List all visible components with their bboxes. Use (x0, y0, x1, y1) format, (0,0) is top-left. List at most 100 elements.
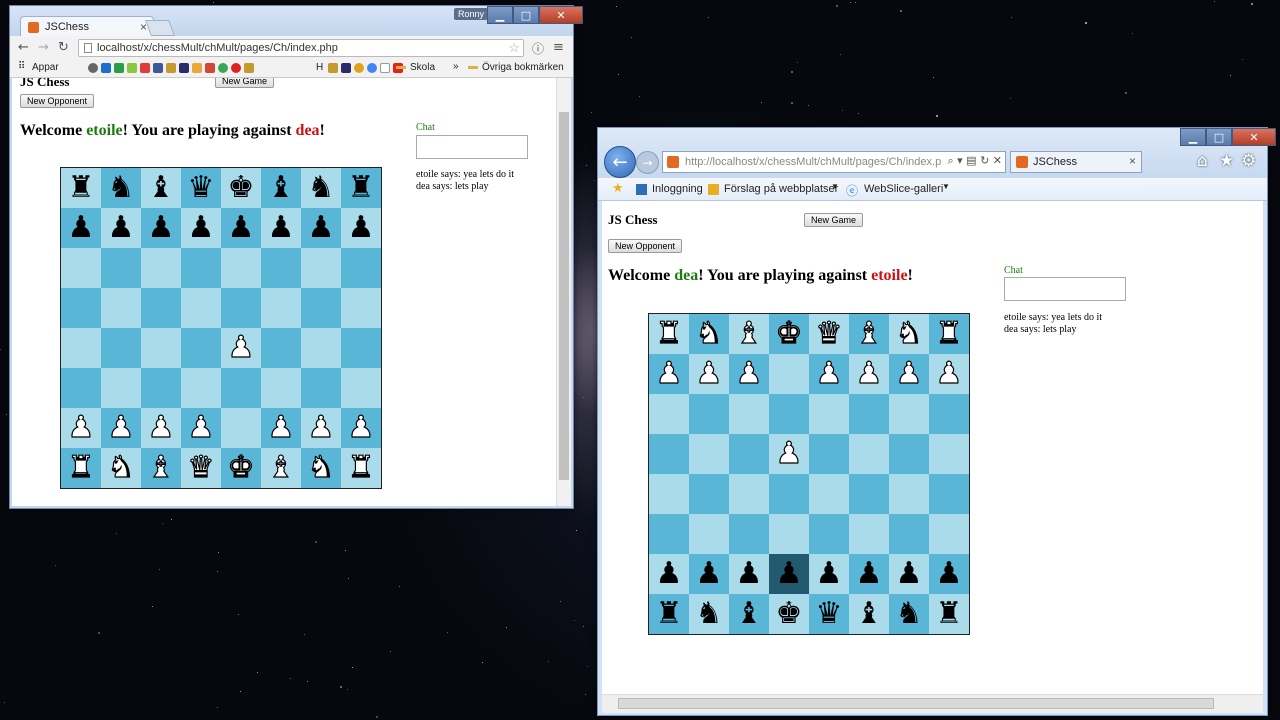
board-square[interactable] (141, 248, 181, 288)
black-bishop-icon[interactable]: ♝ (736, 599, 763, 629)
board-square[interactable]: ♟ (769, 434, 809, 474)
favorites-star-icon[interactable]: ★ (1219, 151, 1234, 171)
board-square[interactable]: ♜ (929, 594, 969, 634)
board-square[interactable] (809, 514, 849, 554)
board-square[interactable] (849, 394, 889, 434)
dropdown-icon[interactable]: ▼ (831, 182, 839, 191)
bookmark-icon[interactable] (231, 63, 241, 73)
board-square[interactable]: ♟ (849, 354, 889, 394)
board-square[interactable]: ♟ (261, 408, 301, 448)
board-square[interactable] (341, 288, 381, 328)
white-queen-icon[interactable]: ♛ (815, 318, 843, 349)
bookmark-icon[interactable] (192, 63, 202, 73)
profile-badge[interactable]: Ronny (454, 8, 489, 20)
black-rook-icon[interactable]: ♜ (68, 173, 95, 203)
bookmark-icon[interactable] (328, 63, 338, 73)
white-pawn-icon[interactable]: ♟ (655, 358, 683, 389)
close-window-icon[interactable]: ✕ (539, 6, 583, 24)
board-square[interactable]: ♟ (649, 354, 689, 394)
white-rook-icon[interactable]: ♜ (655, 318, 683, 349)
bookmark-icon[interactable] (354, 63, 364, 73)
maximize-icon[interactable]: □ (513, 6, 539, 24)
white-rook-icon[interactable]: ♜ (67, 452, 95, 483)
white-bishop-icon[interactable]: ♝ (735, 318, 763, 349)
board-square[interactable] (649, 434, 689, 474)
bookmark-icon[interactable] (88, 63, 98, 73)
address-bar[interactable]: http://localhost/x/chessMult/chMult/page… (662, 151, 1006, 173)
board-square[interactable] (141, 288, 181, 328)
forward-icon[interactable]: → (38, 40, 49, 55)
board-square[interactable]: ♞ (689, 594, 729, 634)
white-king-icon[interactable]: ♚ (775, 318, 803, 349)
black-knight-icon[interactable]: ♞ (696, 599, 723, 629)
black-pawn-icon[interactable]: ♟ (776, 559, 803, 589)
minimize-icon[interactable]: ▁ (487, 6, 513, 24)
board-square[interactable] (61, 288, 101, 328)
board-square[interactable] (689, 434, 729, 474)
board-square[interactable] (301, 248, 341, 288)
board-square[interactable] (849, 434, 889, 474)
address-bar[interactable]: localhost/x/chessMult/chMult/pages/Ch/in… (78, 39, 524, 57)
board-square[interactable]: ♟ (61, 208, 101, 248)
black-pawn-icon[interactable]: ♟ (308, 213, 335, 243)
black-pawn-icon[interactable]: ♟ (268, 213, 295, 243)
board-square[interactable]: ♟ (929, 554, 969, 594)
board-square[interactable]: ♟ (341, 408, 381, 448)
info-icon[interactable]: ⓘ (532, 40, 544, 57)
black-knight-icon[interactable]: ♞ (308, 173, 335, 203)
minimize-icon[interactable]: ▁ (1180, 128, 1206, 146)
board-square[interactable]: ♟ (141, 208, 181, 248)
white-rook-icon[interactable]: ♜ (347, 452, 375, 483)
board-square[interactable] (221, 288, 261, 328)
bookmark-icon[interactable] (166, 63, 176, 73)
board-square[interactable]: ♚ (221, 168, 261, 208)
white-pawn-icon[interactable]: ♟ (935, 358, 963, 389)
new-game-button[interactable]: New Game (215, 78, 275, 88)
black-pawn-icon[interactable]: ♟ (856, 559, 883, 589)
board-square[interactable]: ♟ (261, 208, 301, 248)
board-square[interactable]: ♜ (929, 314, 969, 354)
black-pawn-icon[interactable]: ♟ (736, 559, 763, 589)
board-square[interactable]: ♜ (61, 168, 101, 208)
white-pawn-icon[interactable]: ♟ (895, 358, 923, 389)
close-window-icon[interactable]: ✕ (1232, 128, 1276, 146)
board-square[interactable]: ♟ (101, 208, 141, 248)
board-square[interactable] (849, 514, 889, 554)
gear-icon[interactable]: ⚙ (1241, 151, 1256, 171)
board-square[interactable]: ♜ (61, 448, 101, 488)
board-square[interactable] (141, 368, 181, 408)
white-pawn-icon[interactable]: ♟ (695, 358, 723, 389)
black-bishop-icon[interactable]: ♝ (148, 173, 175, 203)
board-square[interactable] (729, 394, 769, 434)
white-queen-icon[interactable]: ♛ (187, 452, 215, 483)
white-knight-icon[interactable]: ♞ (307, 452, 335, 483)
dropdown-icon[interactable]: ▼ (942, 182, 950, 191)
white-pawn-icon[interactable]: ♟ (307, 412, 335, 443)
tab-close-icon[interactable]: × (1129, 154, 1136, 168)
board-square[interactable] (341, 368, 381, 408)
bookmark-other[interactable]: Övriga bokmärken (482, 62, 564, 73)
white-king-icon[interactable]: ♚ (227, 452, 255, 483)
board-square[interactable] (101, 248, 141, 288)
white-knight-icon[interactable]: ♞ (107, 452, 135, 483)
address-controls[interactable]: ⌕ ▾ ▤ ↻ ✕ (948, 154, 1003, 168)
bookmark-skola[interactable]: Skola (410, 62, 435, 73)
menu-icon[interactable]: ≡ (553, 40, 564, 55)
black-pawn-icon[interactable]: ♟ (228, 213, 255, 243)
board-square[interactable] (301, 368, 341, 408)
board-square[interactable]: ♟ (689, 554, 729, 594)
black-rook-icon[interactable]: ♜ (656, 599, 683, 629)
new-game-button[interactable]: New Game (804, 213, 864, 227)
board-square[interactable]: ♟ (689, 354, 729, 394)
black-rook-icon[interactable]: ♜ (936, 599, 963, 629)
bookmark-icon[interactable] (380, 63, 390, 73)
new-opponent-button[interactable]: New Opponent (20, 94, 95, 108)
white-pawn-icon[interactable]: ♟ (67, 412, 95, 443)
bookmark-icon[interactable] (244, 63, 254, 73)
board-square[interactable]: ♟ (301, 408, 341, 448)
board-square[interactable] (341, 248, 381, 288)
favorites-icon[interactable]: ★ (612, 181, 624, 196)
board-square[interactable] (929, 394, 969, 434)
bookmark-icon[interactable] (101, 63, 111, 73)
white-pawn-icon[interactable]: ♟ (267, 412, 295, 443)
